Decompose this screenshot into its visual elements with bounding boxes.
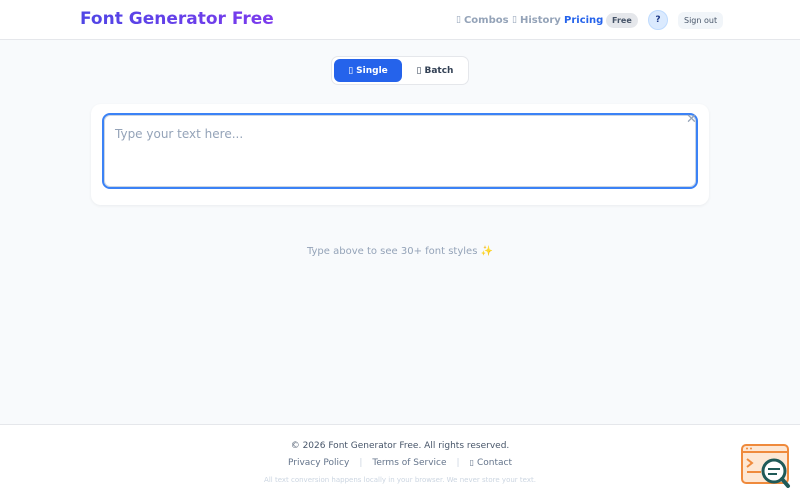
terms-of-service-link[interactable]: Terms of Service	[372, 458, 446, 468]
footer-separator: |	[456, 458, 460, 468]
contact-icon: ▯	[469, 458, 474, 467]
nav-combos-label: Combos	[463, 14, 509, 26]
history-icon: ▯	[512, 15, 517, 25]
plan-badge-wrap: Free	[606, 0, 638, 40]
support-widget-icon[interactable]	[741, 444, 791, 488]
combos-icon: ▯	[456, 15, 461, 25]
single-mode-label: Single	[356, 65, 388, 76]
mode-toggle: ▯ Single ▯ Batch	[331, 56, 469, 85]
nav-history-label: History	[519, 14, 561, 26]
single-icon: ▯	[348, 65, 354, 76]
input-card: Type your text here...	[91, 104, 709, 205]
privacy-policy-link[interactable]: Privacy Policy	[288, 458, 349, 468]
footer: © 2026 Font Generator Free. All rights r…	[0, 424, 800, 500]
help-wrap: ?	[648, 0, 668, 40]
contact-label: Contact	[477, 458, 513, 468]
signout-wrap: Sign out	[678, 0, 724, 40]
empty-state-hint: Type above to see 30+ font styles ✨	[306, 246, 494, 257]
text-input-placeholder: Type your text here...	[115, 127, 244, 141]
footer-separator: |	[359, 458, 363, 468]
sign-out-button[interactable]: Sign out	[678, 11, 724, 29]
nav-pricing[interactable]: Pricing	[564, 0, 603, 40]
contact-link[interactable]: ▯ Contact	[470, 458, 512, 468]
privacy-note: All text conversion happens locally in y…	[264, 476, 536, 484]
plan-badge: Free	[606, 12, 638, 28]
support-widget-graphic	[741, 444, 790, 488]
footer-links: Privacy Policy | Terms of Service | ▯ Con…	[0, 458, 800, 468]
nav-pricing-label: Pricing	[564, 14, 604, 26]
text-input[interactable]: Type your text here...	[102, 113, 698, 189]
single-mode-button[interactable]: ▯ Single	[334, 59, 402, 82]
batch-mode-label: Batch	[424, 65, 454, 76]
copyright-text: © 2026 Font Generator Free. All rights r…	[290, 441, 510, 451]
help-button[interactable]: ?	[648, 10, 668, 30]
brand-logo[interactable]: Font Generator Free	[80, 9, 274, 29]
batch-icon: ▯	[416, 65, 422, 76]
close-icon[interactable]: ✕	[686, 113, 697, 126]
nav-combos[interactable]: ▯ Combos	[456, 0, 509, 40]
top-header: Font Generator Free ▯ Combos ▯ History P…	[0, 0, 800, 40]
batch-mode-button[interactable]: ▯ Batch	[404, 59, 466, 82]
nav-history[interactable]: ▯ History	[512, 0, 561, 40]
